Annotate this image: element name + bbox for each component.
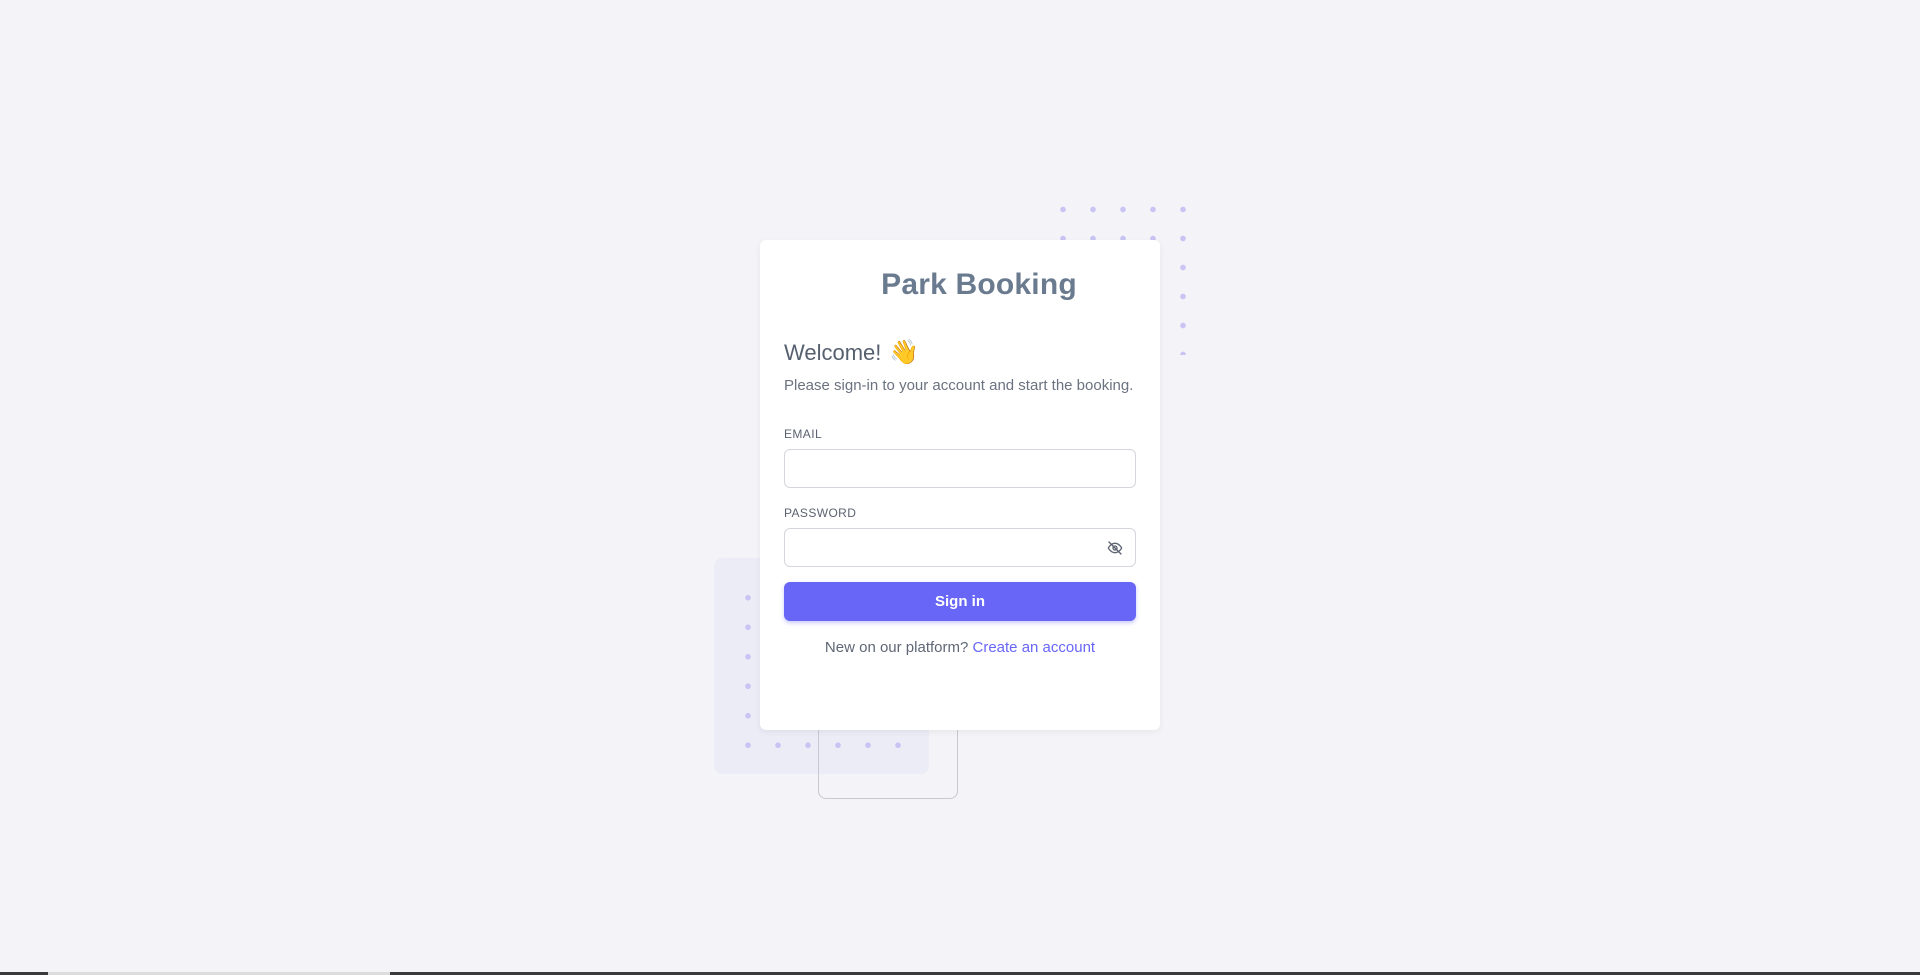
login-card: Park Booking Welcome! 👋 Please sign-in t…	[760, 240, 1160, 730]
email-field-wrapper	[784, 449, 1136, 488]
eye-off-icon[interactable]	[1107, 540, 1123, 556]
password-field-wrapper	[784, 528, 1136, 567]
login-subtitle: Please sign-in to your account and start…	[784, 377, 1134, 394]
email-field[interactable]	[785, 450, 1135, 487]
create-account-link[interactable]: Create an account	[973, 639, 1096, 656]
welcome-text: Welcome!	[784, 340, 882, 365]
brand-title: Park Booking	[881, 268, 1077, 301]
signup-prompt: New on our platform? Create an account	[784, 639, 1136, 656]
password-label: PASSWORD	[784, 506, 857, 520]
welcome-heading: Welcome! 👋	[784, 340, 1136, 366]
signup-prompt-text: New on our platform?	[824, 639, 969, 656]
sign-in-button[interactable]: Sign in	[784, 582, 1136, 621]
password-field[interactable]	[785, 529, 1135, 566]
login-page: Park Booking Welcome! 👋 Please sign-in t…	[0, 0, 1920, 975]
email-label: EMAIL	[784, 427, 823, 441]
waving-hand-icon: 👋	[889, 339, 920, 366]
